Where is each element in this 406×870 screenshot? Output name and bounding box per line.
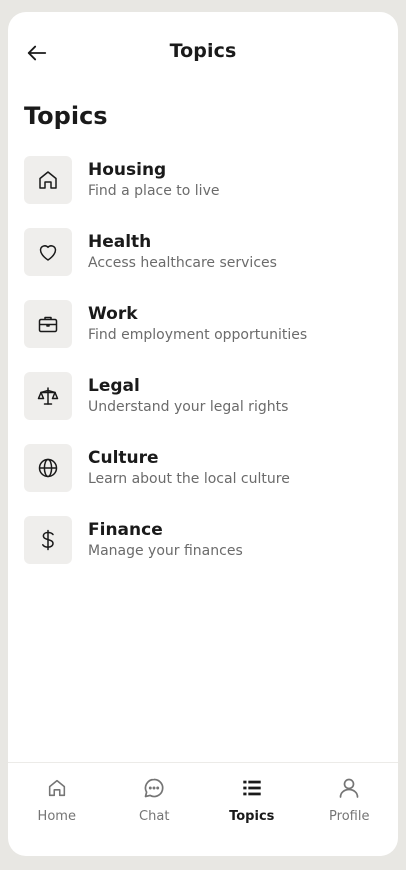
app-screen: Topics Topics Housing Find a place to li… — [8, 12, 398, 856]
topic-subtitle: Manage your finances — [88, 543, 243, 559]
nav-item-chat[interactable]: Chat — [106, 763, 204, 856]
chat-bubble-icon — [141, 775, 167, 801]
page-title: Topics — [24, 102, 108, 130]
topic-item-work[interactable]: Work Find employment opportunities — [24, 300, 384, 348]
briefcase-icon — [36, 312, 60, 336]
topic-title: Culture — [88, 448, 159, 468]
topic-list: Housing Find a place to live Health Acce… — [24, 156, 384, 588]
topic-subtitle: Understand your legal rights — [88, 399, 289, 415]
topic-subtitle: Access healthcare services — [88, 255, 277, 271]
topic-title: Health — [88, 232, 152, 252]
globe-icon — [36, 456, 60, 480]
topic-icon-tile — [24, 372, 72, 420]
topic-item-health[interactable]: Health Access healthcare services — [24, 228, 384, 276]
home-icon — [44, 775, 70, 801]
nav-label: Chat — [139, 809, 170, 824]
bottom-navigation: Home Chat Topics Profile — [8, 762, 398, 856]
topic-item-culture[interactable]: Culture Learn about the local culture — [24, 444, 384, 492]
nav-label: Topics — [229, 809, 275, 824]
topic-title: Work — [88, 304, 138, 324]
topic-icon-tile — [24, 228, 72, 276]
topic-icon-tile — [24, 156, 72, 204]
nav-item-profile[interactable]: Profile — [301, 763, 399, 856]
header-title: Topics — [169, 40, 237, 62]
topic-subtitle: Learn about the local culture — [88, 471, 290, 487]
nav-item-topics[interactable]: Topics — [203, 763, 301, 856]
topic-icon-tile — [24, 444, 72, 492]
home-icon — [36, 168, 60, 192]
topic-icon-tile — [24, 300, 72, 348]
top-bar: Topics — [8, 12, 398, 92]
nav-label: Home — [37, 809, 76, 824]
topic-subtitle: Find employment opportunities — [88, 327, 308, 343]
topic-icon-tile — [24, 516, 72, 564]
nav-item-home[interactable]: Home — [8, 763, 106, 856]
topic-item-legal[interactable]: Legal Understand your legal rights — [24, 372, 384, 420]
user-icon — [336, 775, 362, 801]
heart-icon — [36, 240, 60, 264]
nav-label: Profile — [329, 809, 370, 824]
topic-item-finance[interactable]: Finance Manage your finances — [24, 516, 384, 564]
topic-item-housing[interactable]: Housing Find a place to live — [24, 156, 384, 204]
topic-title: Legal — [88, 376, 140, 396]
dollar-icon — [36, 528, 60, 552]
topic-subtitle: Find a place to live — [88, 183, 220, 199]
topic-title: Housing — [88, 160, 167, 180]
list-icon — [239, 775, 265, 801]
topic-title: Finance — [88, 520, 163, 540]
scale-icon — [36, 384, 60, 408]
